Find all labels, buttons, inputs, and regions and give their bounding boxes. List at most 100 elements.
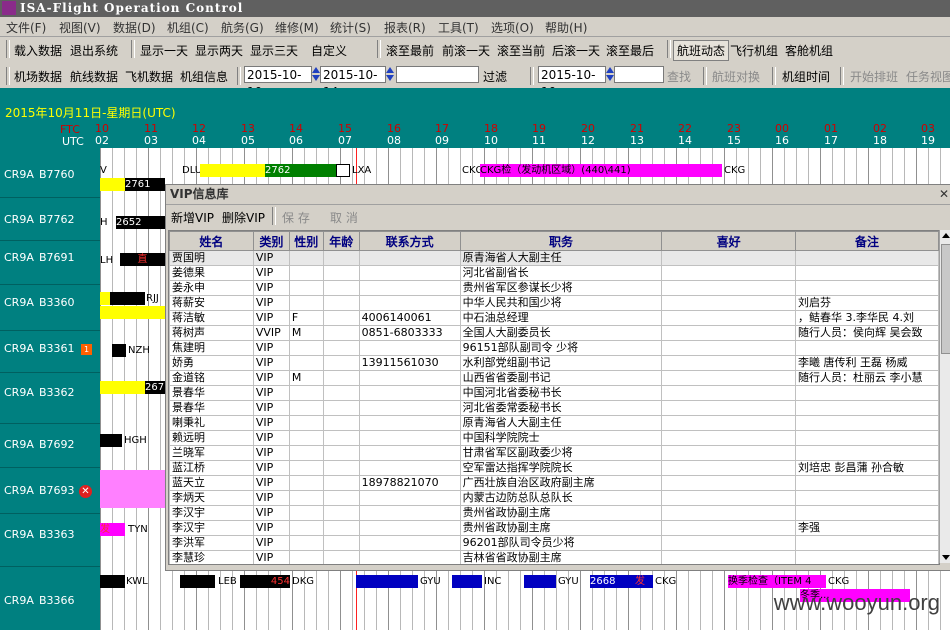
- table-cell[interactable]: 景春华: [169, 385, 254, 401]
- error-icon[interactable]: ✕: [79, 485, 92, 498]
- table-cell[interactable]: [358, 535, 461, 551]
- table-cell[interactable]: 李炳天: [169, 490, 254, 506]
- table-cell[interactable]: [322, 310, 360, 326]
- table-cell[interactable]: [288, 520, 324, 536]
- table-cell[interactable]: 贵州省政协副主席: [459, 505, 663, 521]
- table-cell[interactable]: VIP: [252, 430, 290, 446]
- table-cell[interactable]: [322, 475, 360, 491]
- table-cell[interactable]: 贵州省军区参谋长少将: [459, 280, 663, 296]
- table-cell[interactable]: VIP: [252, 520, 290, 536]
- table-cell[interactable]: 随行人员：杜丽云 李小慧: [794, 370, 939, 386]
- table-cell[interactable]: 喇秉礼: [169, 415, 254, 431]
- table-cell[interactable]: [322, 295, 360, 311]
- table-cell[interactable]: [358, 370, 461, 386]
- table-cell[interactable]: VIP: [252, 445, 290, 461]
- table-cell[interactable]: [794, 475, 939, 491]
- table-row[interactable]: 蒋树声 VVIP M 0851-6803333 全国人大副委员长 随行人员：侯向辉 吴会致: [169, 325, 939, 341]
- table-cell[interactable]: M: [288, 325, 324, 341]
- table-cell[interactable]: [358, 295, 461, 311]
- menu-options[interactable]: 选项(O): [491, 19, 534, 36]
- table-cell[interactable]: 广西壮族自治区政府副主席: [459, 475, 663, 491]
- table-row[interactable]: 兰晓军 VIP 甘肃省军区副政委少将: [169, 445, 939, 461]
- table-cell[interactable]: [661, 445, 796, 461]
- scroll-now-button[interactable]: 滚至当前: [497, 42, 545, 59]
- table-row[interactable]: 金道铭 VIP M 山西省省委副书记 随行人员：杜丽云 李小慧: [169, 370, 939, 386]
- maintenance-bar[interactable]: 换季检查（ITEM 4: [728, 575, 826, 588]
- menu-maint[interactable]: 维修(M): [275, 19, 319, 36]
- table-cell[interactable]: [358, 280, 461, 296]
- table-cell[interactable]: [794, 490, 939, 506]
- table-row[interactable]: 焦建明 VIP 96151部队副司令 少将: [169, 340, 939, 356]
- table-cell[interactable]: 李洪军: [169, 535, 254, 551]
- table-cell[interactable]: VIP: [252, 370, 290, 386]
- table-cell[interactable]: [358, 265, 461, 281]
- flight-bar[interactable]: 发: [635, 575, 653, 588]
- table-cell[interactable]: 李汉宇: [169, 505, 254, 521]
- menu-help[interactable]: 帮助(H): [545, 19, 587, 36]
- table-cell[interactable]: [661, 430, 796, 446]
- table-cell[interactable]: [288, 415, 324, 431]
- cabin-crew-button[interactable]: 客舱机组: [785, 42, 833, 59]
- table-cell[interactable]: [794, 430, 939, 446]
- table-cell[interactable]: [794, 415, 939, 431]
- table-cell[interactable]: 李慧珍: [169, 550, 254, 564]
- table-cell[interactable]: 原青海省人大副主任: [459, 250, 663, 266]
- task-view-button[interactable]: 任务视图: [906, 68, 950, 85]
- aircraft-row-b3366[interactable]: CR9A B3366: [0, 594, 100, 608]
- table-cell[interactable]: 刘启芬: [794, 295, 939, 311]
- table-cell[interactable]: [661, 340, 796, 356]
- column-header[interactable]: 喜好: [661, 231, 796, 251]
- table-row[interactable]: 喇秉礼 VIP 原青海省人大副主任: [169, 415, 939, 431]
- table-cell[interactable]: 李曦 唐传利 王磊 杨威: [794, 355, 939, 371]
- table-cell[interactable]: [288, 505, 324, 521]
- flight-bar[interactable]: [100, 178, 125, 191]
- aircraft-data-button[interactable]: 飞机数据: [125, 68, 173, 85]
- table-cell[interactable]: [288, 280, 324, 296]
- table-cell[interactable]: VIP: [252, 340, 290, 356]
- table-cell[interactable]: VIP: [252, 475, 290, 491]
- table-cell[interactable]: 中国科学院院士: [459, 430, 663, 446]
- table-cell[interactable]: 贾国明: [169, 250, 254, 266]
- table-cell[interactable]: [661, 280, 796, 296]
- table-cell[interactable]: 0851-6803333: [358, 325, 461, 341]
- table-cell[interactable]: VIP: [252, 460, 290, 476]
- table-cell[interactable]: 姜永申: [169, 280, 254, 296]
- table-cell[interactable]: [288, 550, 324, 564]
- table-cell[interactable]: 蓝江桥: [169, 460, 254, 476]
- table-cell[interactable]: 水利部党组副书记: [459, 355, 663, 371]
- start-schedule-button[interactable]: 开始排班: [850, 68, 898, 85]
- table-cell[interactable]: [358, 250, 461, 266]
- aircraft-row-b7692[interactable]: CR9A B7692: [0, 438, 100, 452]
- table-row[interactable]: 姜永申 VIP 贵州省军区参谋长少将: [169, 280, 939, 296]
- table-cell[interactable]: 河北省委常委秘书长: [459, 400, 663, 416]
- table-cell[interactable]: [288, 355, 324, 371]
- message-icon[interactable]: [336, 164, 350, 177]
- table-cell[interactable]: [322, 430, 360, 446]
- close-icon[interactable]: ✕: [939, 185, 949, 204]
- table-cell[interactable]: F: [288, 310, 324, 326]
- table-cell[interactable]: [322, 550, 360, 564]
- search-button[interactable]: 查找: [667, 68, 691, 85]
- table-cell[interactable]: [288, 340, 324, 356]
- table-cell[interactable]: [288, 535, 324, 551]
- table-cell[interactable]: [288, 400, 324, 416]
- table-cell[interactable]: 4006140061: [358, 310, 461, 326]
- exit-button[interactable]: 退出系统: [70, 42, 118, 59]
- date-from-field[interactable]: 2015-10-10: [244, 66, 312, 99]
- table-cell[interactable]: [661, 415, 796, 431]
- table-cell[interactable]: 姜德果: [169, 265, 254, 281]
- table-cell[interactable]: VVIP: [252, 325, 290, 341]
- table-cell[interactable]: [288, 265, 324, 281]
- table-cell[interactable]: [794, 385, 939, 401]
- table-cell[interactable]: [322, 340, 360, 356]
- table-cell[interactable]: [358, 505, 461, 521]
- table-cell[interactable]: 蓝天立: [169, 475, 254, 491]
- aircraft-row-b7691[interactable]: CR9A B7691: [0, 251, 100, 265]
- table-cell[interactable]: VIP: [252, 385, 290, 401]
- flight-bar[interactable]: 2652: [116, 216, 166, 229]
- table-cell[interactable]: [322, 355, 360, 371]
- table-cell[interactable]: 金道铭: [169, 370, 254, 386]
- table-cell[interactable]: 李强: [794, 520, 939, 536]
- add-vip-button[interactable]: 新增VIP: [171, 209, 214, 226]
- column-header[interactable]: 联系方式: [358, 231, 461, 251]
